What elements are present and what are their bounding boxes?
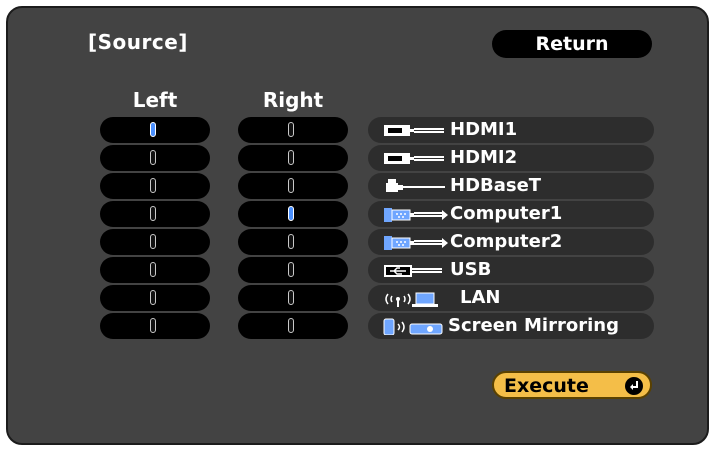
right-select-hdbaset[interactable] xyxy=(238,173,348,199)
left-column-header: Left xyxy=(132,88,178,112)
source-label: USB xyxy=(450,259,492,280)
right-select-screen-mirroring[interactable] xyxy=(238,313,348,339)
return-button[interactable]: Return xyxy=(492,30,652,58)
left-marker xyxy=(150,290,156,305)
right-select-usb[interactable] xyxy=(238,257,348,283)
right-select-hdmi1[interactable] xyxy=(238,117,348,143)
right-marker xyxy=(288,122,294,137)
enter-icon xyxy=(625,377,643,395)
source-row[interactable]: LAN xyxy=(368,285,654,311)
left-marker xyxy=(150,234,156,249)
execute-label: Execute xyxy=(504,375,589,397)
source-row[interactable]: HDMI1 xyxy=(368,117,654,143)
source-row[interactable]: HDMI2 xyxy=(368,145,654,171)
source-label: Screen Mirroring xyxy=(448,315,619,336)
page-title: [Source] xyxy=(88,30,188,54)
left-select-computer1[interactable] xyxy=(100,201,210,227)
source-row[interactable]: USB xyxy=(368,257,654,283)
source-label: HDMI2 xyxy=(450,147,518,168)
source-row[interactable]: Computer2 xyxy=(368,229,654,255)
source-label: LAN xyxy=(460,287,501,308)
computer-vga-icon xyxy=(384,236,448,250)
left-select-hdmi2[interactable] xyxy=(100,145,210,171)
left-marker xyxy=(150,178,156,193)
hdbaset-icon xyxy=(386,179,445,192)
source-label: Computer1 xyxy=(450,203,563,224)
left-select-usb[interactable] xyxy=(100,257,210,283)
source-label: HDBaseT xyxy=(450,175,542,196)
right-select-hdmi2[interactable] xyxy=(238,145,348,171)
left-marker xyxy=(150,262,156,277)
hdmi-icon xyxy=(384,153,444,164)
left-marker xyxy=(150,150,156,165)
computer-vga-icon xyxy=(384,208,448,222)
source-row[interactable]: Screen Mirroring xyxy=(368,313,654,339)
right-marker xyxy=(288,150,294,165)
source-label: HDMI1 xyxy=(450,119,518,140)
right-select-lan[interactable] xyxy=(238,285,348,311)
right-marker xyxy=(288,290,294,305)
hdmi-icon xyxy=(384,125,444,136)
left-marker xyxy=(150,318,156,333)
right-selected-marker xyxy=(288,206,294,221)
execute-button[interactable]: Execute xyxy=(492,371,652,399)
source-row[interactable]: HDBaseT xyxy=(368,173,654,199)
source-label: Computer2 xyxy=(450,231,563,252)
left-select-hdbaset[interactable] xyxy=(100,173,210,199)
left-select-screen-mirroring[interactable] xyxy=(100,313,210,339)
left-select-hdmi1[interactable] xyxy=(100,117,210,143)
right-select-computer1[interactable] xyxy=(238,201,348,227)
right-column-header: Right xyxy=(262,88,324,112)
right-marker xyxy=(288,318,294,333)
left-marker xyxy=(150,206,156,221)
usb-icon xyxy=(384,265,442,277)
right-marker xyxy=(288,262,294,277)
source-row[interactable]: Computer1 xyxy=(368,201,654,227)
right-select-computer2[interactable] xyxy=(238,229,348,255)
left-select-computer2[interactable] xyxy=(100,229,210,255)
lan-icon xyxy=(385,292,438,307)
left-select-lan[interactable] xyxy=(100,285,210,311)
right-marker xyxy=(288,234,294,249)
right-marker xyxy=(288,178,294,193)
left-selected-marker xyxy=(150,122,156,137)
screen-mirroring-icon xyxy=(383,318,443,335)
